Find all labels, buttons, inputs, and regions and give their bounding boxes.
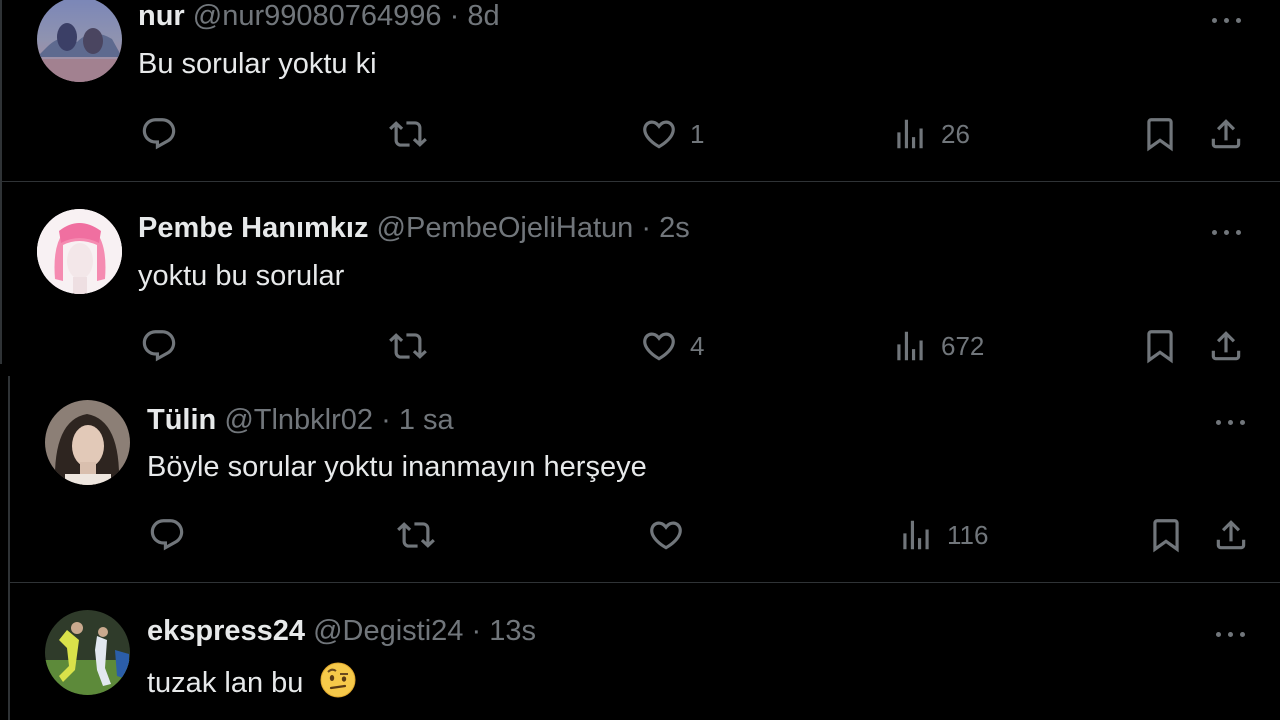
tweet-text: Bu sorular yoktu ki <box>138 48 377 80</box>
share-icon <box>1207 115 1245 153</box>
tweet-content: tuzak lan bu <box>147 661 357 708</box>
reply-button[interactable] <box>140 326 178 366</box>
author-handle[interactable]: @Degisti24 <box>313 615 463 647</box>
tweet[interactable]: ekspress24 @Degisti24 · 13s tuzak lan bu <box>10 584 1280 720</box>
retweet-icon <box>389 115 427 153</box>
retweet-button[interactable] <box>389 326 427 366</box>
separator-dot: · <box>471 615 482 647</box>
views-icon <box>891 327 929 365</box>
avatar[interactable] <box>37 0 122 82</box>
reply-button[interactable] <box>148 515 186 555</box>
reply-icon <box>148 516 186 554</box>
like-button[interactable]: 1 <box>640 114 704 154</box>
separator-dot: · <box>641 212 652 244</box>
author-handle[interactable]: @PembeOjeliHatun <box>377 212 634 244</box>
views-button[interactable]: 116 <box>897 515 988 555</box>
like-count: 4 <box>690 330 705 361</box>
tweet-text: tuzak lan bu <box>147 667 304 700</box>
tweet[interactable]: Tülin @Tlnbklr02 · 1 sa Böyle sorular yo… <box>10 370 1280 582</box>
timestamp[interactable]: 8d <box>467 0 499 32</box>
tweet[interactable]: nur @nur99080764996 · 8d Bu sorular yokt… <box>0 0 1280 181</box>
share-icon <box>1212 516 1250 554</box>
separator-dot: · <box>449 0 460 32</box>
views-icon <box>891 115 929 153</box>
share-button[interactable] <box>1212 515 1250 555</box>
share-button[interactable] <box>1207 326 1245 366</box>
retweet-button[interactable] <box>397 515 435 555</box>
timestamp[interactable]: 13s <box>489 615 536 647</box>
view-count: 116 <box>947 519 989 550</box>
more-icon[interactable] <box>1208 10 1248 30</box>
avatar[interactable] <box>37 209 122 294</box>
like-count: 1 <box>690 118 705 149</box>
reply-icon <box>140 115 178 153</box>
tweet-text: Böyle sorular yoktu inanmayın herşeye <box>147 451 647 483</box>
like-button[interactable]: 4 <box>640 326 704 366</box>
view-count: 26 <box>941 118 970 149</box>
tweet-text: yoktu bu sorular <box>138 260 345 292</box>
view-count: 672 <box>941 330 985 361</box>
separator-dot: · <box>381 404 391 436</box>
tweet-divider <box>10 582 1280 583</box>
share-button[interactable] <box>1207 114 1245 154</box>
author-name[interactable]: Pembe Hanımkız <box>138 212 368 244</box>
bookmark-icon <box>1141 327 1179 365</box>
author-handle[interactable]: @Tlnbklr02 <box>224 404 373 436</box>
bookmark-icon <box>1147 516 1185 554</box>
views-icon <box>897 516 935 554</box>
retweet-button[interactable] <box>389 114 427 154</box>
bookmark-button[interactable] <box>1141 114 1179 154</box>
timestamp[interactable]: 2s <box>659 212 690 244</box>
author-name[interactable]: Tülin <box>147 404 216 436</box>
like-icon <box>640 327 678 365</box>
bookmark-icon <box>1141 115 1179 153</box>
reply-button[interactable] <box>140 114 178 154</box>
author-name[interactable]: ekspress24 <box>147 615 305 647</box>
bookmark-button[interactable] <box>1141 326 1179 366</box>
like-button[interactable] <box>647 515 685 555</box>
more-icon[interactable] <box>1212 412 1252 432</box>
views-button[interactable]: 26 <box>891 114 970 154</box>
like-icon <box>640 115 678 153</box>
share-icon <box>1207 327 1245 365</box>
avatar[interactable] <box>45 610 130 695</box>
timestamp[interactable]: 1 sa <box>399 404 454 436</box>
retweet-icon <box>397 516 435 554</box>
tweet[interactable]: Pembe Hanımkız @PembeOjeliHatun · 2s yok… <box>0 182 1280 364</box>
more-icon[interactable] <box>1212 624 1252 644</box>
author-name[interactable]: nur <box>138 0 185 32</box>
views-button[interactable]: 672 <box>891 326 984 366</box>
author-handle[interactable]: @nur99080764996 <box>193 0 442 32</box>
face-with-raised-eyebrow-emoji <box>319 661 357 708</box>
avatar[interactable] <box>45 400 130 485</box>
bookmark-button[interactable] <box>1147 515 1185 555</box>
reply-icon <box>140 327 178 365</box>
retweet-icon <box>389 327 427 365</box>
more-icon[interactable] <box>1208 222 1248 242</box>
like-icon <box>647 516 685 554</box>
